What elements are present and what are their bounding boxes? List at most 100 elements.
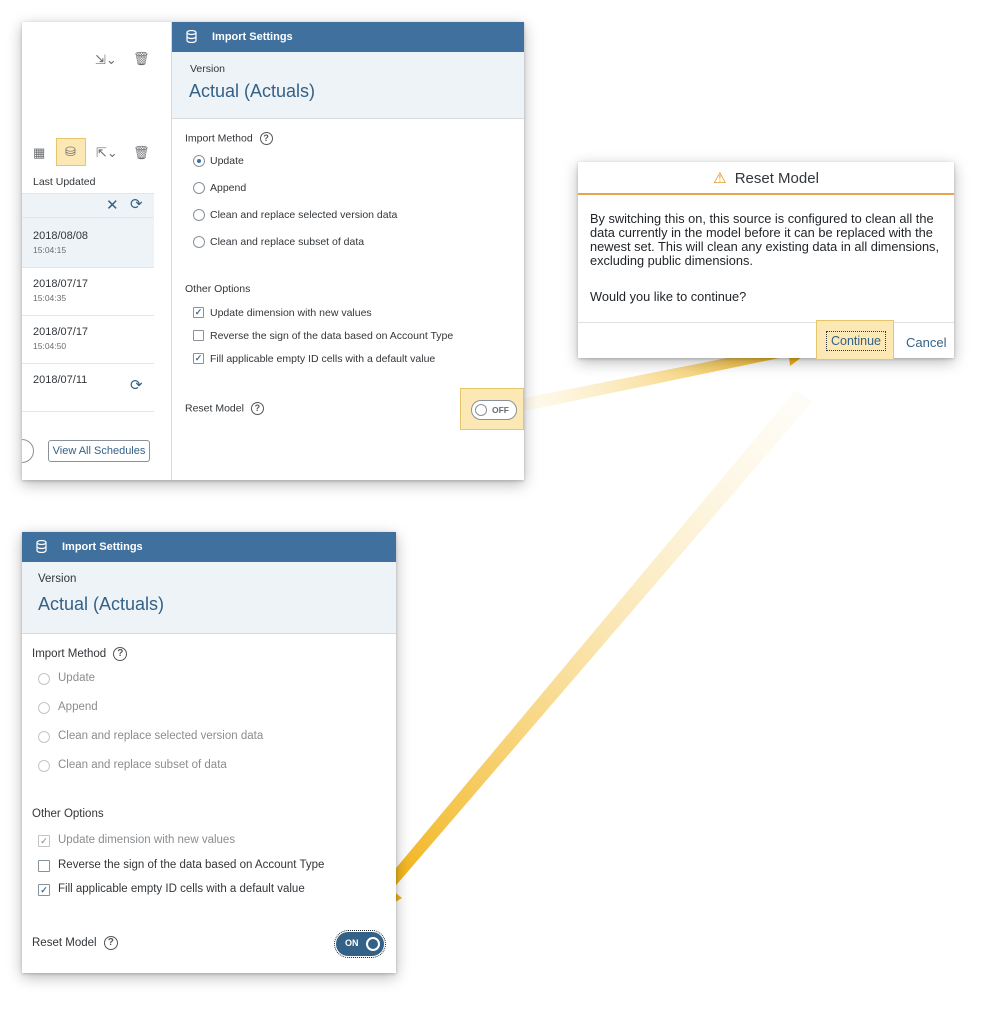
table-row[interactable]: 2018/08/08 15:04:15 [22,218,154,268]
warning-icon: ⚠ [713,170,727,187]
checkbox-reverse-sign[interactable] [38,860,50,872]
radio-clean-replace-subset-label: Clean and replace subset of data [210,236,365,248]
trash-icon[interactable]: 🗑 [133,51,150,67]
dialog-footer: Continue Cancel [578,320,954,360]
last-updated-header: Last Updated [33,176,96,188]
panel-header: Import Settings [172,22,524,52]
radio-append-label: Append [58,701,98,713]
radio-append-label: Append [210,182,247,194]
checkbox-reverse-sign[interactable] [193,330,204,341]
row-date: 2018/07/17 [33,326,89,338]
continue-highlight: Continue [816,320,894,360]
version-label: Version [38,573,77,585]
import-method-title: Import Method ? [185,132,273,145]
reset-toggle-highlight: OFF [460,388,524,430]
dialog-question: Would you like to continue? [590,289,747,304]
bottom-import-settings-panel: Import Settings Version Actual (Actuals)… [22,532,396,973]
reset-model-label: Reset Model [32,937,97,950]
row-date: 2018/08/08 [33,230,89,242]
filter-row: ✕ ⟳ [22,194,154,218]
row-time: 15:04:15 [33,245,67,255]
calendar-icon[interactable]: ▦ [33,145,45,161]
table-row[interactable]: 2018/07/17 15:04:35 [22,268,154,316]
refresh-icon[interactable]: ⟳ [130,197,143,213]
checkbox-update-dimension-label: Update dimension with new values [58,834,236,846]
database-icon [36,540,47,553]
help-icon[interactable]: ? [250,402,264,415]
row-time: 15:04:35 [33,293,67,303]
dialog-title-bar: ⚠ Reset Model [578,162,954,195]
radio-clean-replace-version-label: Clean and replace selected version data [210,209,398,221]
radio-append[interactable] [38,702,50,714]
radio-clean-replace-subset-label: Clean and replace subset of data [58,759,227,771]
close-icon[interactable]: ✕ [106,198,119,214]
radio-clean-replace-subset[interactable] [38,760,50,772]
trash-icon[interactable]: 🗑 [133,145,150,161]
checkbox-update-dimension[interactable]: ✓ [38,835,50,847]
row-date: 2018/07/11 [33,374,88,386]
export-dropdown-icon[interactable]: ⇱⌄ [96,145,118,161]
checkbox-fill-empty-id[interactable]: ✓ [38,884,50,896]
toggle-knob [366,937,380,951]
import-settings-panel: Import Settings Version Actual (Actuals)… [172,22,524,480]
import-method-title: Import Method ? [32,647,128,661]
reset-model-toggle-on[interactable]: ON [334,930,386,958]
schedule-list-panel: ⇲⌄ 🗑 ▦ ⛁ ⇱⌄ 🗑 Last Updated ✕ ⟳ 2018/08/0… [22,22,172,480]
reset-model-row: Reset Model ? [32,936,118,950]
panel-header: Import Settings [22,532,396,562]
help-icon[interactable]: ? [259,132,273,145]
reset-model-label: Reset Model [185,402,244,415]
version-value[interactable]: Actual (Actuals) [38,594,164,615]
toggle-knob [475,404,487,416]
import-method-label: Import Method [32,648,107,661]
view-all-schedules-button[interactable]: View All Schedules [48,440,150,462]
radio-update-label: Update [210,155,244,167]
checkbox-reverse-sign-label: Reverse the sign of the data based on Ac… [58,859,325,871]
row-date: 2018/07/17 [33,278,89,290]
radio-update[interactable] [38,673,50,685]
radio-clean-replace-subset[interactable] [193,236,205,248]
checkbox-fill-empty-id-label: Fill applicable empty ID cells with a de… [58,883,305,895]
help-icon[interactable]: ? [113,647,128,661]
checkbox-fill-empty-id-label: Fill applicable empty ID cells with a de… [210,353,436,365]
top-screenshot: ⇲⌄ 🗑 ▦ ⛁ ⇱⌄ 🗑 Last Updated ✕ ⟳ 2018/08/0… [22,22,524,480]
version-section: Version Actual (Actuals) [22,562,396,634]
table-row[interactable]: 2018/07/11 ⟳ [22,364,154,412]
radio-append[interactable] [193,182,205,194]
reset-model-dialog: ⚠ Reset Model By switching this on, this… [578,162,954,360]
import-method-label: Import Method [185,132,253,145]
help-icon[interactable]: ? [103,936,118,950]
version-value[interactable]: Actual (Actuals) [189,81,315,102]
dialog-message: By switching this on, this source is con… [590,211,940,268]
row-time: 15:04:50 [33,341,67,351]
cancel-button[interactable]: Cancel [906,335,946,350]
checkbox-reverse-sign-label: Reverse the sign of the data based on Ac… [210,330,454,342]
column-header-row: Last Updated [22,169,154,194]
toggle-off-text: OFF [492,405,509,415]
panel-title: Import Settings [62,541,143,553]
refresh-icon[interactable]: ⟳ [130,378,143,394]
reset-model-toggle-off[interactable]: OFF [471,400,517,420]
version-section: Version Actual (Actuals) [172,52,524,119]
toggle-on-text: ON [345,938,359,948]
checkbox-fill-empty-id[interactable]: ✓ [193,353,204,364]
checkbox-update-dimension[interactable]: ✓ [193,307,204,318]
radio-update-label: Update [58,672,96,684]
radio-clean-replace-version[interactable] [38,731,50,743]
checkbox-update-dimension-label: Update dimension with new values [210,307,372,319]
database-icon: ⛁ [65,144,76,159]
radio-clean-replace-version-label: Clean and replace selected version data [58,730,264,742]
radio-update[interactable] [193,155,205,167]
import-dropdown-icon[interactable]: ⇲⌄ [95,52,117,68]
radio-clean-replace-version[interactable] [193,209,205,221]
database-button-highlighted[interactable]: ⛁ [56,138,86,166]
version-label: Version [190,63,226,75]
reset-model-row: Reset Model ? [185,402,264,415]
continue-button[interactable]: Continue [826,331,886,351]
table-row[interactable]: 2018/07/17 15:04:50 [22,316,154,364]
database-icon [186,30,197,43]
panel-title: Import Settings [212,31,293,43]
dialog-title: Reset Model [734,170,819,187]
pagination-circle[interactable] [22,439,34,463]
other-options-title: Other Options [185,283,251,295]
